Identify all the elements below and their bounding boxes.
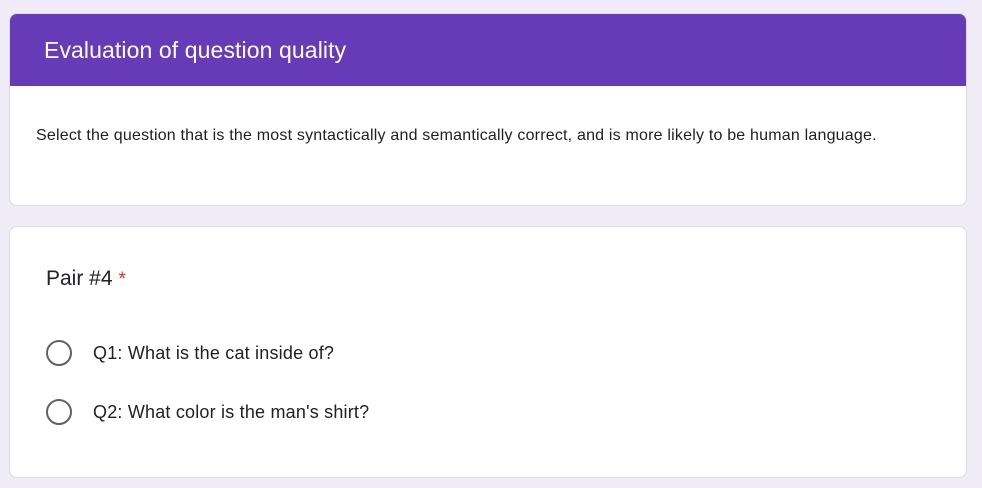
radio-option-q1[interactable]: Q1: What is the cat inside of? — [46, 340, 334, 366]
form-title: Evaluation of question quality — [44, 36, 347, 63]
form-page: Evaluation of question quality Select th… — [0, 0, 982, 488]
radio-option-label: Q2: What color is the man's shirt? — [93, 401, 370, 422]
form-header-bar: Evaluation of question quality — [10, 14, 966, 86]
required-marker: * — [118, 269, 126, 290]
radio-button[interactable] — [46, 399, 72, 425]
radio-button[interactable] — [46, 340, 72, 366]
radio-option-label: Q1: What is the cat inside of? — [93, 342, 335, 363]
question-title: Pair #4 — [46, 267, 113, 290]
question-title-row: Pair #4 * — [46, 267, 126, 291]
form-description: Select the question that is the most syn… — [36, 127, 877, 144]
question-card: Pair #4 * Q1: What is the cat inside of? … — [9, 226, 967, 478]
form-header-card: Evaluation of question quality Select th… — [9, 13, 967, 206]
radio-option-q2[interactable]: Q2: What color is the man's shirt? — [46, 399, 369, 425]
